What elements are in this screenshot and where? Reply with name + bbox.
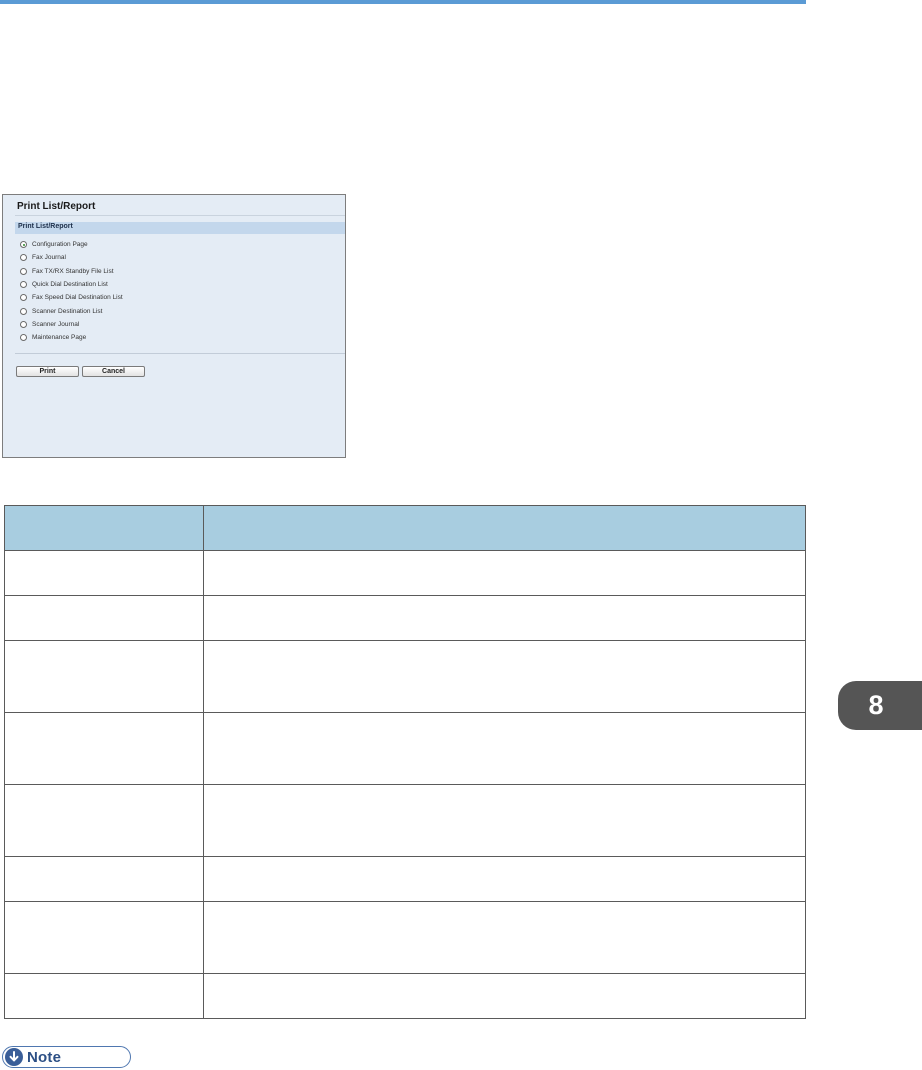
table-row (4, 712, 806, 785)
table-cell (203, 640, 806, 713)
option-label: Fax Journal (32, 254, 66, 262)
table-row (4, 784, 806, 857)
section-label: Print List/Report (18, 223, 73, 230)
table-header-row (4, 505, 806, 551)
note-heading: Note (2, 1046, 131, 1068)
chapter-number: 8 (868, 690, 884, 720)
radio-icon[interactable] (20, 281, 27, 289)
print-button[interactable]: Print (16, 366, 79, 377)
option-configuration-page[interactable]: Configuration Page (20, 238, 123, 251)
option-fax-journal[interactable]: Fax Journal (20, 251, 123, 264)
table-row (4, 595, 806, 641)
table-cell (4, 856, 204, 902)
table-row (4, 856, 806, 902)
table-cell (203, 595, 806, 641)
table-cell (203, 856, 806, 902)
table-row (4, 901, 806, 974)
option-fax-standby-file-list[interactable]: Fax TX/RX Standby File List (20, 265, 123, 278)
option-label: Scanner Journal (32, 320, 80, 328)
top-rule (0, 0, 806, 4)
table-cell (4, 640, 204, 713)
report-options: Configuration Page Fax Journal Fax TX/RX… (20, 238, 123, 344)
table-cell (4, 973, 204, 1019)
note-label: Note (27, 1048, 62, 1066)
table-cell (4, 550, 204, 596)
column-header-item (4, 505, 204, 551)
option-label: Scanner Destination List (32, 307, 103, 315)
option-label: Configuration Page (32, 241, 88, 249)
option-quick-dial-list[interactable]: Quick Dial Destination List (20, 278, 123, 291)
option-scanner-journal[interactable]: Scanner Journal (20, 318, 123, 331)
table-cell (4, 712, 204, 785)
option-maintenance-page[interactable]: Maintenance Page (20, 331, 123, 344)
table-cell (4, 784, 204, 857)
option-scanner-destination-list[interactable]: Scanner Destination List (20, 304, 123, 317)
chapter-tab: 8 (838, 681, 922, 730)
column-header-description (203, 505, 806, 551)
table-cell (203, 973, 806, 1019)
table-cell (4, 595, 204, 641)
arrow-down-icon (5, 1048, 23, 1066)
table-row (4, 973, 806, 1019)
panel-divider (15, 353, 345, 354)
table-cell (203, 784, 806, 857)
print-list-report-panel: Print List/Report Print List/Report Conf… (2, 194, 346, 458)
option-label: Fax TX/RX Standby File List (32, 267, 114, 275)
radio-icon[interactable] (20, 334, 27, 342)
table-row (4, 640, 806, 713)
option-fax-speed-dial-list[interactable]: Fax Speed Dial Destination List (20, 291, 123, 304)
section-header: Print List/Report (15, 222, 345, 234)
option-label: Fax Speed Dial Destination List (32, 294, 123, 302)
radio-icon[interactable] (20, 320, 27, 328)
radio-icon[interactable] (20, 307, 27, 315)
radio-icon[interactable] (20, 254, 27, 262)
table-cell (203, 901, 806, 974)
radio-selected-icon[interactable] (20, 241, 27, 249)
table-cell (203, 550, 806, 596)
panel-title: Print List/Report (17, 201, 96, 212)
radio-icon[interactable] (20, 294, 27, 302)
radio-icon[interactable] (20, 267, 27, 275)
title-divider (15, 215, 345, 216)
table-row (4, 550, 806, 596)
option-label: Maintenance Page (32, 334, 87, 342)
table-cell (203, 712, 806, 785)
option-label: Quick Dial Destination List (32, 281, 108, 289)
report-table (4, 505, 806, 1019)
table-cell (4, 901, 204, 974)
cancel-button[interactable]: Cancel (82, 366, 145, 377)
